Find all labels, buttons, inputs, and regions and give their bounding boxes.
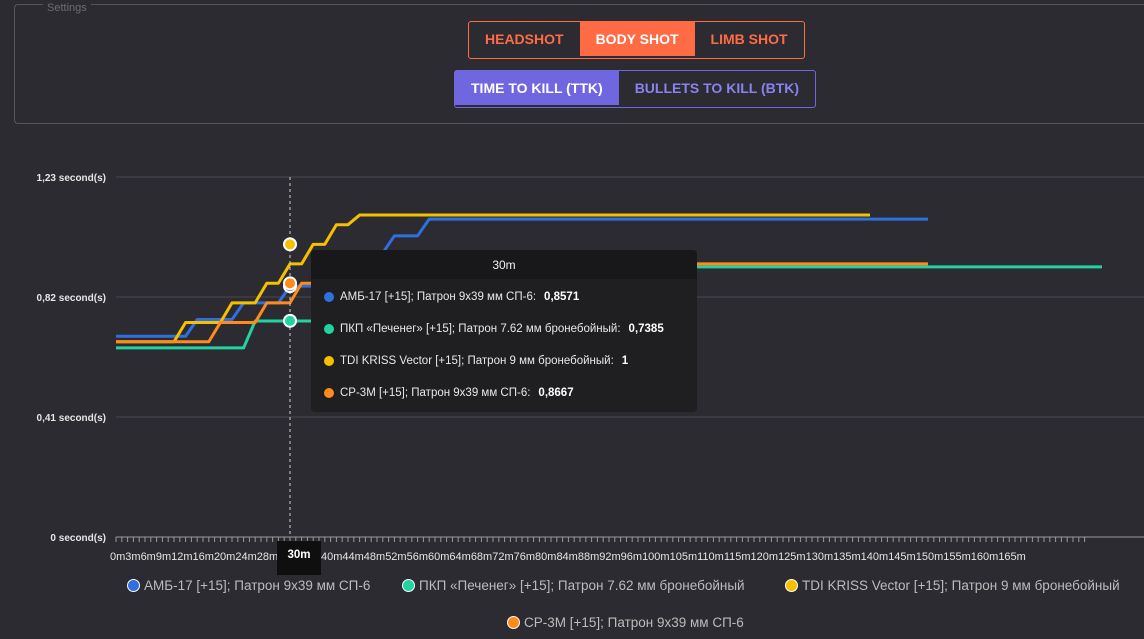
y-tick-label: 0,82 second(s) [37, 293, 106, 304]
tooltip-row-label: ПКП «Печенег» [+15]; Патрон 7.62 мм брон… [340, 323, 621, 335]
x-tick-label: 135m [833, 551, 861, 563]
legend-label: TDI KRISS Vector [+15]; Патрон 9 мм брон… [802, 578, 1120, 593]
x-tick-label: 120m [751, 551, 779, 563]
series-dot-icon [324, 388, 334, 398]
x-tick-label: 40m [321, 551, 342, 563]
x-tick-label: 16m [193, 551, 214, 563]
hover-x-label: 30m [277, 541, 321, 575]
hover-point [283, 313, 297, 328]
x-tick-label: 12m [171, 551, 192, 563]
tooltip-title: 30m [311, 250, 697, 279]
x-tick-label: 140m [861, 551, 889, 563]
x-tick-label: 56m [407, 551, 428, 563]
x-tick-label: 28m [257, 551, 278, 563]
legend-item-kriss[interactable]: TDI KRISS Vector [+15]; Патрон 9 мм брон… [785, 578, 1120, 593]
tooltip-row-pkp: ПКП «Печенег» [+15]; Патрон 7.62 мм брон… [324, 323, 664, 335]
x-tick-label: 160m [971, 551, 999, 563]
x-tick-label: 84m [556, 551, 577, 563]
tooltip-row-label: СР-3М [+15]; Патрон 9х39 мм СП-6: [340, 387, 531, 399]
series-dot-icon [324, 324, 334, 334]
hover-point [283, 276, 297, 291]
x-tick-label: 130m [806, 551, 834, 563]
x-tick-label: 115m [724, 551, 751, 563]
legend-dot-icon [507, 616, 520, 629]
x-tick-label: 96m [621, 551, 642, 563]
x-tick-label: 80m [535, 551, 556, 563]
x-tick-label: 145m [888, 551, 916, 563]
legend-dot-icon [402, 579, 415, 592]
y-tick-label: 0,41 second(s) [37, 413, 106, 424]
x-tick-label: 110m [697, 551, 724, 563]
legend-item-amb17[interactable]: АМБ-17 [+15]; Патрон 9х39 мм СП-6 [127, 578, 370, 593]
legend-label: АМБ-17 [+15]; Патрон 9х39 мм СП-6 [144, 578, 371, 593]
x-tick-label: 48m [364, 551, 385, 563]
legend-dot-icon [127, 579, 140, 592]
tooltip-row-value: 0,8571 [544, 291, 580, 303]
x-tick-label: 165m [998, 551, 1026, 563]
series-dot-icon [324, 292, 334, 302]
tooltip-row-label: TDI KRISS Vector [+15]; Патрон 9 мм брон… [340, 355, 614, 367]
x-tick-label: 68m [471, 551, 492, 563]
tooltip-row-sr3m: СР-3М [+15]; Патрон 9х39 мм СП-6: 0,8667 [324, 387, 574, 399]
x-tick-label: 100m [642, 551, 670, 563]
legend-item-sr3m[interactable]: СР-3М [+15]; Патрон 9х39 мм СП-6 [507, 615, 744, 630]
x-tick-label: 52m [385, 551, 406, 563]
tooltip-row-value: 1 [621, 355, 629, 367]
x-tick-label: 76m [514, 551, 535, 563]
x-tick-label: 24m [235, 551, 256, 563]
x-tick-label: 60m [428, 551, 449, 563]
tooltip-row-amb17: АМБ-17 [+15]; Патрон 9х39 мм СП-6: 0,857… [324, 291, 579, 303]
x-tick-label: 3m [125, 551, 140, 563]
tooltip-row-label: АМБ-17 [+15]; Патрон 9х39 мм СП-6: [340, 291, 537, 303]
x-tick-label: 6m [141, 551, 156, 563]
x-tick-label: 9m [156, 551, 171, 563]
hover-point [283, 237, 297, 252]
tooltip-row-kriss: TDI KRISS Vector [+15]; Патрон 9 мм брон… [324, 355, 628, 367]
series-dot-icon [324, 356, 334, 366]
chart-tooltip: 30m АМБ-17 [+15]; Патрон 9х39 мм СП-6: 0… [311, 250, 697, 412]
x-tick-label: 0m [110, 551, 125, 563]
y-tick-label: 1,23 second(s) [37, 173, 106, 184]
x-tick-label: 92m [599, 551, 620, 563]
legend-dot-icon [785, 579, 798, 592]
x-tick-label: 44m [342, 551, 363, 563]
tooltip-row-value: 0,8667 [538, 387, 574, 399]
tooltip-row-value: 0,7385 [628, 323, 664, 335]
x-tick-label: 105m [670, 551, 698, 563]
x-tick-label: 20m [214, 551, 235, 563]
legend-item-pkp[interactable]: ПКП «Печенег» [+15]; Патрон 7.62 мм брон… [402, 578, 745, 593]
x-tick-label: 125m [778, 551, 806, 563]
y-tick-label: 0 second(s) [50, 533, 106, 544]
legend-label: СР-3М [+15]; Патрон 9х39 мм СП-6 [524, 615, 744, 630]
x-tick-label: 64m [449, 551, 470, 563]
x-tick-label: 88m [578, 551, 599, 563]
x-tick-label: 150m [916, 551, 944, 563]
x-tick-label: 155m [943, 551, 971, 563]
legend-label: ПКП «Печенег» [+15]; Патрон 7.62 мм брон… [419, 578, 745, 593]
x-tick-label: 72m [492, 551, 513, 563]
